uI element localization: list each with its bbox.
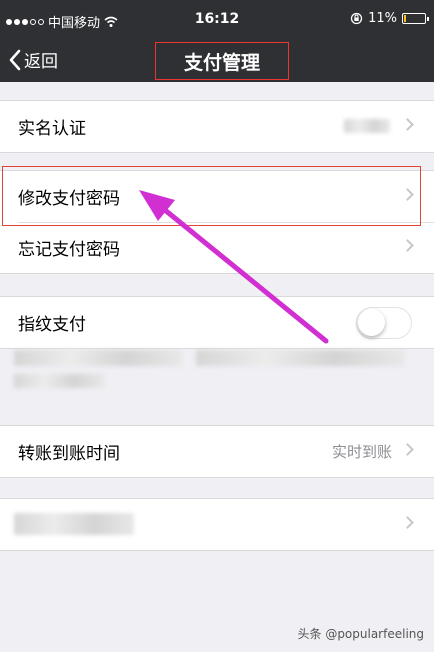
- watermark: 头条 @popularfeeling: [297, 627, 425, 641]
- annotation-arrow: [139, 190, 329, 344]
